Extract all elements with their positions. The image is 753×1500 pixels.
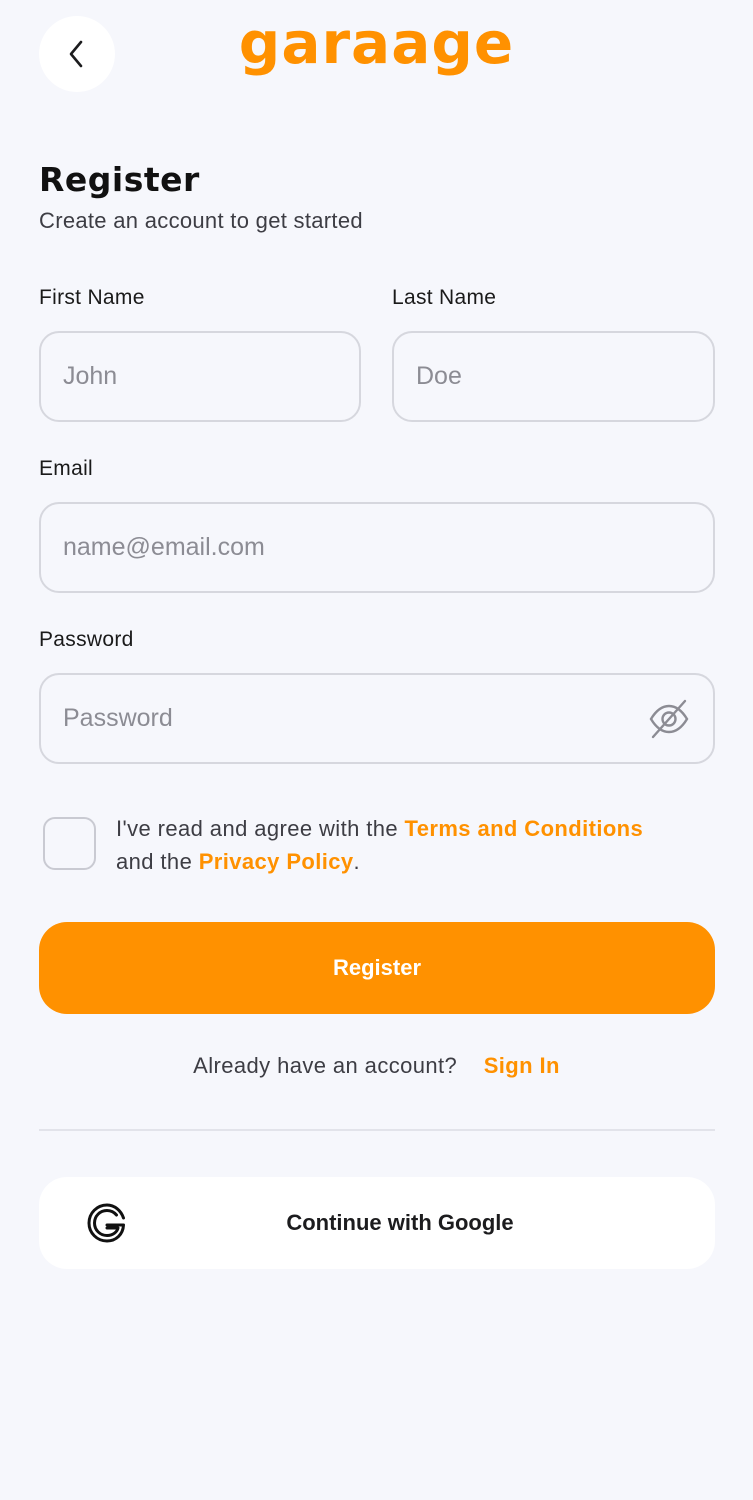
first-name-label: First Name [39, 286, 145, 309]
agree-text-after: . [353, 849, 361, 874]
divider [39, 1129, 715, 1131]
logo-text: garaage [238, 9, 515, 77]
first-name-field-box [39, 331, 361, 422]
password-field-box [39, 673, 715, 764]
privacy-link[interactable]: Privacy Policy [199, 849, 354, 874]
first-name-input[interactable] [63, 362, 359, 391]
terms-link[interactable]: Terms and Conditions [405, 816, 644, 841]
last-name-label: Last Name [392, 286, 497, 309]
terms-agreement-text: I've read and agree with the Terms and C… [116, 812, 716, 878]
email-label: Email [39, 457, 94, 480]
signin-link[interactable]: Sign In [484, 1053, 560, 1078]
signin-row: Already have an account? Sign In [0, 1053, 753, 1079]
header: garaage [0, 0, 753, 110]
eye-off-icon [649, 699, 689, 739]
agree-text-middle: and the [116, 849, 199, 874]
last-name-field-box [392, 331, 715, 422]
app-logo: garaage [0, 14, 753, 72]
email-input[interactable] [63, 533, 713, 562]
email-field-box [39, 502, 715, 593]
google-signin-button[interactable]: Continue with Google [39, 1177, 715, 1269]
last-name-input[interactable] [416, 362, 713, 391]
register-button[interactable]: Register [39, 922, 715, 1014]
terms-checkbox[interactable] [43, 817, 96, 870]
password-input[interactable] [63, 704, 633, 733]
signin-prompt: Already have an account? [193, 1053, 458, 1078]
register-screen: garaage Register Create an account to ge… [0, 0, 753, 1500]
password-visibility-toggle[interactable] [647, 697, 691, 741]
password-label: Password [39, 628, 134, 651]
google-button-label: Continue with Google [286, 1210, 514, 1235]
agree-text-before: I've read and agree with the [116, 816, 405, 841]
page-subtitle: Create an account to get started [39, 208, 363, 233]
page-title: Register [39, 160, 200, 199]
